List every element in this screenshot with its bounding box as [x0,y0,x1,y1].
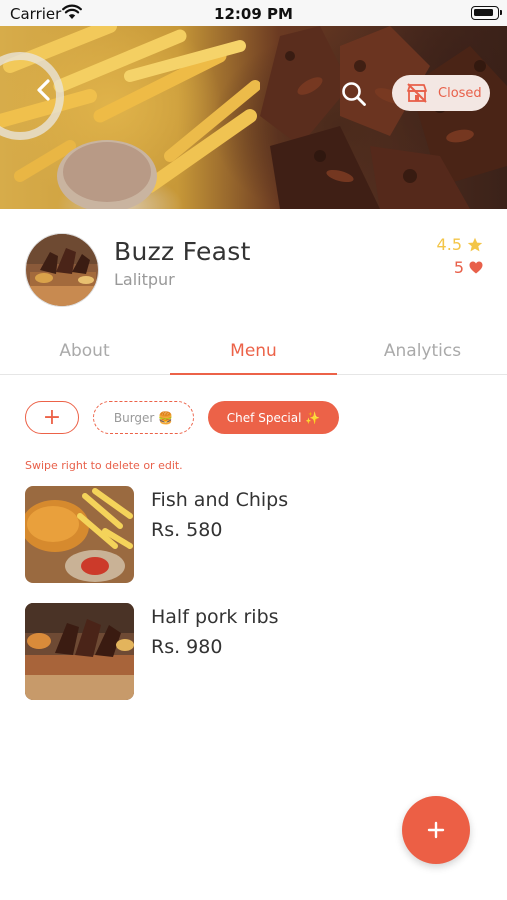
swipe-hint: Swipe right to delete or edit. [25,459,183,472]
menu-item[interactable]: Fish and Chips Rs. 580 [25,486,485,584]
rating-value: 4.5 [436,235,462,254]
restaurant-name: Buzz Feast [114,237,251,266]
clock: 12:09 PM [214,5,293,23]
restaurant-location: Lalitpur [114,270,175,289]
menu-item-image [25,486,134,583]
likes: 5 [454,258,483,277]
likes-count: 5 [453,258,464,277]
star-icon [467,237,483,251]
store-status-toggle[interactable]: Closed [392,75,490,111]
search-icon[interactable] [340,80,368,108]
category-chip-burger[interactable]: Burger 🍔 [93,401,194,434]
banner-ribs-image [260,26,507,209]
menu-item-price: Rs. 980 [151,636,223,658]
category-chips: + Burger 🍔 Chef Special ✨ [25,401,339,434]
tab-bar: About Menu Analytics [0,338,507,375]
menu-item-price: Rs. 580 [151,519,223,541]
store-status-label: Closed [438,85,482,101]
restaurant-profile: Buzz Feast Lalitpur 4.5 5 [0,209,507,329]
cover-banner: Closed [0,26,507,209]
banner-fries-image [0,26,260,209]
rating: 4.5 [437,235,483,254]
plus-icon [427,821,445,839]
menu-item-name: Fish and Chips [151,489,289,511]
store-closed-icon [407,83,427,103]
tab-menu[interactable]: Menu [169,338,338,375]
menu-item-image [25,603,134,700]
tab-about[interactable]: About [0,338,169,374]
status-bar: Carrier 12:09 PM [0,0,507,26]
menu-item-name: Half pork ribs [151,606,279,628]
back-chevron-icon[interactable] [30,76,58,104]
battery-icon [471,6,502,20]
restaurant-avatar[interactable] [25,233,99,307]
heart-icon [469,261,483,274]
category-chip-chef-special[interactable]: Chef Special ✨ [208,401,339,434]
tab-analytics[interactable]: Analytics [338,338,507,374]
menu-item[interactable]: Half pork ribs Rs. 980 [25,603,485,701]
add-category-button[interactable]: + [25,401,79,434]
add-menu-item-button[interactable] [402,796,470,864]
